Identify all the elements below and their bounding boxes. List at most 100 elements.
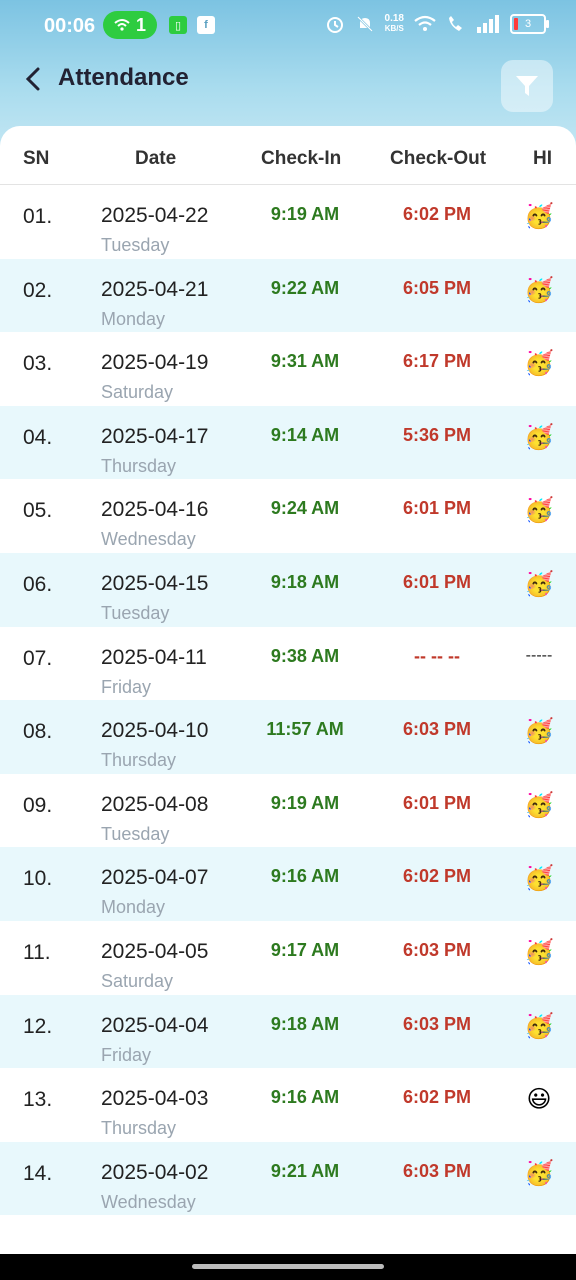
table-row[interactable]: 01. 2025-04-22 Tuesday 9:19 AM 6:02 PM 🥳 [0,185,576,259]
party-face-icon: 🥳 [524,1012,554,1040]
party-face-icon: 🥳 [524,1159,554,1187]
table-row[interactable]: 07. 2025-04-11 Friday 9:38 AM -- -- -- ----- [0,627,576,701]
row-date: 2025-04-17 [101,424,209,448]
row-check-out: 6:01 PM [402,571,472,592]
row-check-in: 9:18 AM [270,571,340,592]
row-check-out: 6:03 PM [402,1160,472,1181]
row-weekday: Friday [101,1044,152,1065]
row-date: 2025-04-21 [101,277,209,301]
row-check-in: 9:14 AM [270,424,340,445]
column-header-check-in: Check-In [261,148,342,169]
row-date: 2025-04-03 [101,1087,209,1111]
row-check-out: 6:03 PM [402,1013,472,1034]
table-row[interactable]: 03. 2025-04-19 Saturday 9:31 AM 6:17 PM 🥳 [0,332,576,406]
row-weekday: Wednesday [101,1191,196,1212]
column-header-sn: SN [23,148,50,169]
attendance-sheet[interactable]: SN Date Check-In Check-Out HI 01. 2025-04… [0,126,576,1254]
row-check-in: 9:21 AM [270,1160,340,1181]
party-face-icon: 🥳 [524,497,554,525]
attendance-list[interactable]: 01. 2025-04-22 Tuesday 9:19 AM 6:02 PM 🥳 02. 20… [0,185,576,1216]
row-serial: 09. [23,793,53,817]
mute-bell-icon [356,16,373,32]
wifi-signal-icon [414,15,436,31]
row-check-out: 6:01 PM [402,792,472,813]
filter-funnel-icon [516,76,538,96]
table-row[interactable]: 06. 2025-04-15 Tuesday 9:18 AM 6:01 PM 🥳 [0,552,576,627]
wifi-icon [114,19,130,31]
status-time: 00:06 [44,15,96,37]
party-face-icon: 🥳 [524,938,554,966]
row-serial: 14. [23,1161,53,1185]
wifi-badge: 1 [103,11,157,39]
table-row[interactable]: 14. 2025-04-02 Wednesday 9:21 AM 6:03 PM 🥳 [0,1141,576,1216]
row-date: 2025-04-10 [101,719,209,743]
row-check-out: 6:01 PM [402,498,472,519]
row-date: 2025-04-15 [101,571,209,595]
row-weekday: Wednesday [101,529,196,550]
row-weekday: Thursday [101,455,177,476]
row-serial: 13. [23,1088,53,1112]
table-row[interactable]: 02. 2025-04-21 Monday 9:22 AM 6:05 PM 🥳 [0,258,576,333]
row-check-in: 9:19 AM [270,204,340,224]
row-hi-empty: ----- [525,646,553,664]
notification-app-icon: ▯ [169,16,187,34]
row-weekday: Monday [101,897,166,918]
table-row[interactable]: 12. 2025-04-04 Friday 9:18 AM 6:03 PM 🥳 [0,994,576,1069]
row-check-out: 6:03 PM [402,939,472,960]
table-row[interactable]: 09. 2025-04-08 Tuesday 9:19 AM 6:01 PM 🥳 [0,774,576,848]
back-button[interactable] [18,62,48,96]
chevron-left-icon [25,67,40,91]
row-serial: 11. [23,940,51,964]
row-date: 2025-04-16 [101,498,209,522]
facebook-icon: f [197,16,215,34]
party-face-icon: 🥳 [524,276,554,304]
row-serial: 03. [23,352,53,376]
row-weekday: Monday [101,308,166,329]
row-check-in: 9:16 AM [270,1087,340,1108]
row-check-out: 6:05 PM [402,277,472,298]
cell-signal-icon [477,15,499,33]
row-check-in: 9:16 AM [270,866,340,887]
table-row[interactable]: 04. 2025-04-17 Thursday 9:14 AM 5:36 PM 🥳 [0,405,576,480]
row-date: 2025-04-11 [101,645,207,669]
column-header-check-out: Check-Out [390,148,487,169]
table-header: SN Date Check-In Check-Out HI [0,126,576,185]
row-serial: 04. [23,425,53,449]
table-row[interactable]: 10. 2025-04-07 Monday 9:16 AM 6:02 PM 🥳 [0,847,576,921]
row-check-out: 6:17 PM [402,351,472,372]
row-serial: 02. [23,278,53,302]
table-row[interactable]: 05. 2025-04-16 Wednesday 9:24 AM 6:01 PM 🥳 [0,479,576,553]
row-check-in: 9:19 AM [270,792,340,813]
column-header-date: Date [135,148,177,169]
smiling-face-icon: 😃 [526,1086,552,1114]
status-right-icons: 0.18 KB/S 3 [325,14,549,34]
row-serial: 05. [23,499,53,523]
party-face-icon: 🥳 [524,203,554,230]
party-face-icon: 🥳 [524,350,554,378]
party-face-icon: 🥳 [524,718,554,746]
row-check-in: 9:31 AM [270,351,340,372]
row-weekday: Thursday [101,750,177,771]
row-date: 2025-04-04 [101,1013,209,1037]
row-check-in: 9:38 AM [270,645,340,666]
row-check-in: 9:17 AM [270,939,340,960]
row-serial: 07. [23,646,53,670]
row-check-out: 6:02 PM [402,1087,472,1108]
table-row[interactable]: 11. 2025-04-05 Saturday 9:17 AM 6:03 PM 🥳 [0,921,576,995]
row-date: 2025-04-02 [101,1160,209,1184]
party-face-icon: 🥳 [524,570,554,598]
alarm-icon [326,17,343,33]
row-date: 2025-04-22 [101,204,209,227]
row-check-in: 9:22 AM [270,277,340,298]
row-date: 2025-04-07 [101,866,209,890]
home-gesture-handle[interactable] [192,1264,384,1269]
list-fade [0,1234,576,1254]
row-check-out: 6:03 PM [402,719,472,740]
table-row[interactable]: 08. 2025-04-10 Thursday 11:57 AM 6:03 PM 🥳 [0,700,576,774]
table-row[interactable]: 13. 2025-04-03 Thursday 9:16 AM 6:02 PM 😃 [0,1068,576,1142]
row-check-out: 5:36 PM [402,424,472,445]
row-check-out: 6:02 PM [402,204,472,224]
row-date: 2025-04-08 [101,792,209,816]
row-date: 2025-04-19 [101,351,209,375]
filter-button[interactable] [501,60,553,112]
